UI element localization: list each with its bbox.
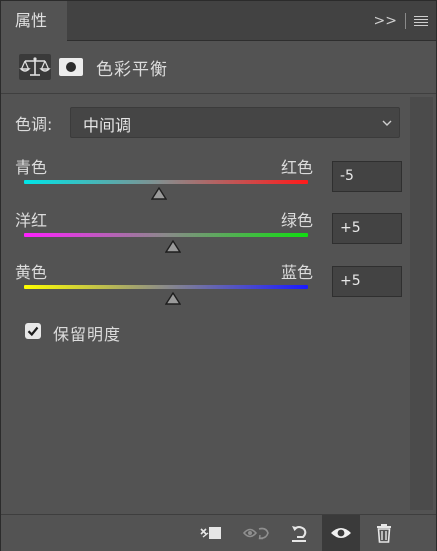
clip-to-layer-icon[interactable] xyxy=(193,515,229,551)
visibility-eye-icon[interactable] xyxy=(322,515,360,551)
slider-cyan-red-value[interactable]: -5 xyxy=(332,161,402,192)
slider-red-label: 红色 xyxy=(281,158,314,177)
slider-magenta-green-thumb[interactable] xyxy=(165,239,182,253)
slider-yellow-label: 黄色 xyxy=(15,263,48,282)
toggle-previous-state-icon[interactable] xyxy=(239,515,275,551)
tone-select-value: 中间调 xyxy=(83,116,132,135)
preserve-luminosity-checkbox[interactable] xyxy=(25,323,41,339)
slider-magenta-label: 洋红 xyxy=(15,211,48,230)
preserve-luminosity-label: 保留明度 xyxy=(53,325,122,344)
adjustment-title: 色彩平衡 xyxy=(96,60,168,80)
reset-icon[interactable] xyxy=(282,515,316,551)
color-balance-icon xyxy=(19,54,51,80)
scrollbar[interactable] xyxy=(410,97,433,510)
tone-select[interactable]: 中间调 xyxy=(70,107,400,138)
panel-tab-bar: 属性 >> xyxy=(1,1,436,41)
slider-cyan-red-thumb[interactable] xyxy=(150,186,167,200)
panel-footer-toolbar xyxy=(1,514,436,551)
checkmark-icon xyxy=(27,326,39,337)
slider-yellow-blue-thumb[interactable] xyxy=(165,291,182,305)
expand-icon[interactable]: >> xyxy=(374,13,397,29)
tone-label: 色调: xyxy=(15,115,53,134)
adjustment-header: 色彩平衡 xyxy=(1,41,436,94)
properties-panel: 属性 >> 色彩平衡 色调: 中间调 青色 红色 -5 洋红 绿色 +5 黄色 … xyxy=(0,0,437,551)
slider-cyan-label: 青色 xyxy=(15,158,48,177)
slider-yellow-blue-value[interactable]: +5 xyxy=(332,266,402,297)
tab-properties[interactable]: 属性 xyxy=(1,1,67,41)
chevron-down-icon xyxy=(382,120,392,126)
trash-icon[interactable] xyxy=(367,515,401,551)
slider-green-label: 绿色 xyxy=(281,211,314,230)
slider-magenta-green-track[interactable] xyxy=(24,233,308,237)
slider-magenta-green-value[interactable]: +5 xyxy=(332,213,402,244)
divider xyxy=(405,13,406,29)
slider-cyan-red-track[interactable] xyxy=(24,180,308,184)
slider-yellow-blue-track[interactable] xyxy=(24,285,308,289)
slider-blue-label: 蓝色 xyxy=(281,263,314,282)
layer-mask-icon[interactable] xyxy=(57,54,89,80)
panel-menu-icon[interactable] xyxy=(414,15,428,27)
